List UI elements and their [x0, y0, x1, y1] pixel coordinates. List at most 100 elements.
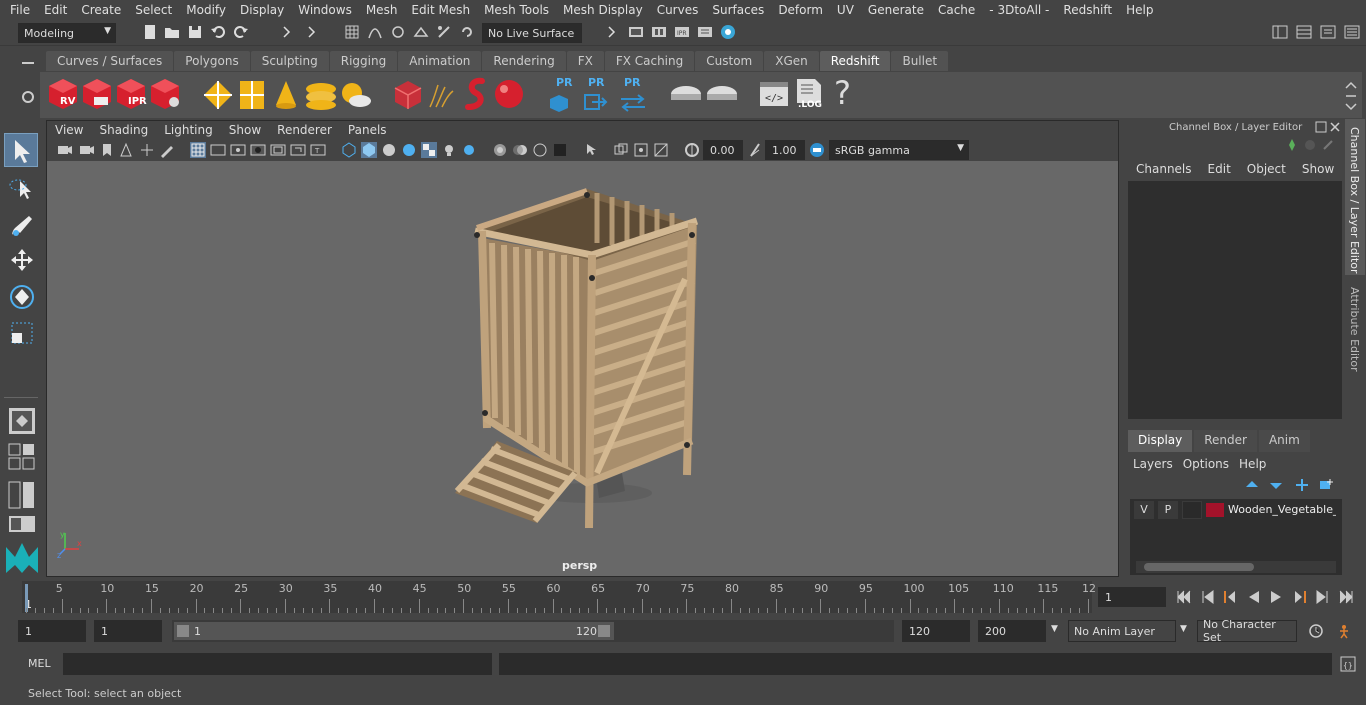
- use-all-lights-icon[interactable]: [441, 142, 457, 158]
- menu-select[interactable]: Select: [128, 3, 179, 17]
- playback-start-field[interactable]: 1: [94, 620, 162, 642]
- workspace-dropdown[interactable]: Modeling ▼: [18, 23, 116, 43]
- workspace-layout-icon[interactable]: [1272, 24, 1288, 40]
- rs-area-light-icon[interactable]: [304, 79, 338, 111]
- layer-playback-toggle[interactable]: P: [1158, 501, 1178, 519]
- redo-icon[interactable]: [233, 24, 249, 40]
- image-plane-icon[interactable]: [119, 142, 135, 158]
- rs-material-ball-icon[interactable]: [492, 77, 526, 111]
- viewport-menu-show[interactable]: Show: [221, 123, 269, 137]
- motion-blur-icon[interactable]: [512, 142, 528, 158]
- timeline-track[interactable]: 1 5 10 15 20 25 30 35 40 45 50 55 60 65 70 75 80 85 90 95 1…: [22, 581, 1096, 613]
- shelf-tab-sculpting[interactable]: Sculpting: [250, 51, 329, 71]
- safe-title-icon[interactable]: T: [310, 142, 326, 158]
- layer-name[interactable]: Wooden_Vegetable_R: [1228, 503, 1336, 516]
- channel-pin-icon[interactable]: [1322, 139, 1334, 151]
- attribute-editor-side-tab[interactable]: Attribute Editor: [1345, 279, 1365, 379]
- step-forward-icon[interactable]: [1314, 589, 1330, 605]
- layer-scrollbar[interactable]: [1136, 561, 1336, 573]
- menu-help[interactable]: Help: [1119, 3, 1160, 17]
- script-editor-icon[interactable]: </>: [758, 80, 790, 108]
- menu-3dtoall[interactable]: - 3DtoAll -: [982, 3, 1056, 17]
- camera-select-icon[interactable]: [57, 142, 73, 158]
- isolate-select-icon[interactable]: [583, 142, 599, 158]
- layer-tab-render[interactable]: Render: [1194, 430, 1257, 452]
- ambient-occlusion-icon[interactable]: [492, 142, 508, 158]
- layer-scrollbar-thumb[interactable]: [1144, 563, 1254, 571]
- new-layer-selected-icon[interactable]: [1318, 477, 1334, 493]
- grease-pencil-icon[interactable]: [159, 142, 175, 158]
- menu-curves[interactable]: Curves: [650, 3, 706, 17]
- rs-proxy-icon[interactable]: [238, 79, 266, 111]
- single-perspective-layout-icon[interactable]: [8, 407, 36, 435]
- anti-aliasing-icon[interactable]: [532, 142, 548, 158]
- shelf-tab-rigging[interactable]: Rigging: [329, 51, 398, 71]
- shelf-tab-fx[interactable]: FX: [566, 51, 604, 71]
- mel-label[interactable]: MEL: [28, 657, 51, 670]
- range-bar[interactable]: 1 120: [174, 622, 614, 640]
- layer-menu-layers[interactable]: Layers: [1128, 457, 1178, 471]
- outliner-layout-icon[interactable]: [8, 515, 36, 535]
- grid-toggle-button[interactable]: [190, 142, 206, 158]
- auto-key-icon[interactable]: [1308, 623, 1324, 639]
- start-time-field[interactable]: 1: [18, 620, 86, 642]
- menu-mesh[interactable]: Mesh: [359, 3, 405, 17]
- play-forwards-icon[interactable]: [1268, 589, 1284, 605]
- menu-display[interactable]: Display: [233, 3, 291, 17]
- channel-box-options-icon[interactable]: [1284, 137, 1300, 153]
- layer-menu-help[interactable]: Help: [1234, 457, 1271, 471]
- resolution-gate-icon[interactable]: [230, 142, 246, 158]
- four-view-layout-icon[interactable]: [8, 443, 36, 471]
- color-space-dropdown[interactable]: sRGB gamma ▼: [829, 140, 969, 160]
- viewport-menu-lighting[interactable]: Lighting: [156, 123, 221, 137]
- new-layer-icon[interactable]: [1294, 477, 1310, 493]
- ipr-render-icon[interactable]: IPR: [674, 24, 690, 40]
- select-by-hierarchy-icon[interactable]: [278, 24, 294, 40]
- anim-layer-dropdown[interactable]: No Anim Layer: [1068, 620, 1176, 642]
- menu-surfaces[interactable]: Surfaces: [705, 3, 771, 17]
- bake-set-2-icon[interactable]: [704, 80, 740, 108]
- shelf-settings-gear-icon[interactable]: [20, 89, 36, 105]
- script-editor-icon[interactable]: {}: [1340, 656, 1356, 672]
- wireframe-icon[interactable]: [341, 142, 357, 158]
- snap-view-plane-icon[interactable]: [413, 24, 429, 40]
- menu-generate[interactable]: Generate: [861, 3, 931, 17]
- menu-cache[interactable]: Cache: [931, 3, 982, 17]
- wooden-crate-model[interactable]: [447, 183, 707, 528]
- field-chart-icon[interactable]: [270, 142, 286, 158]
- channel-menu-object[interactable]: Object: [1239, 162, 1294, 176]
- rs-proxy-export-icon[interactable]: [202, 79, 234, 111]
- film-gate-icon[interactable]: [210, 142, 226, 158]
- gamma-field[interactable]: 1.00: [765, 140, 805, 160]
- channel-menu-channels[interactable]: Channels: [1128, 162, 1200, 176]
- xray-components-icon[interactable]: [653, 142, 669, 158]
- snap-curve-icon[interactable]: [367, 24, 383, 40]
- select-tool-button[interactable]: [4, 133, 38, 167]
- close-panel-icon[interactable]: [1329, 121, 1341, 133]
- default-material-icon[interactable]: [381, 142, 397, 158]
- shelf-tab-polygons[interactable]: Polygons: [174, 51, 250, 71]
- open-scene-icon[interactable]: [164, 24, 180, 40]
- menu-mesh-tools[interactable]: Mesh Tools: [477, 3, 556, 17]
- channel-box-side-tab[interactable]: Channel Box / Layer Editor: [1345, 119, 1365, 275]
- gate-mask-icon[interactable]: [250, 142, 266, 158]
- lasso-tool-icon[interactable]: [8, 175, 36, 205]
- viewport-canvas[interactable]: x y z persp: [47, 161, 1118, 576]
- viewport-menu-panels[interactable]: Panels: [340, 123, 395, 137]
- shelf-tab-redshift[interactable]: Redshift: [819, 51, 891, 71]
- menu-edit-mesh[interactable]: Edit Mesh: [404, 3, 477, 17]
- scale-tool-icon[interactable]: [8, 319, 36, 349]
- layer-visibility-toggle[interactable]: V: [1134, 501, 1154, 519]
- layer-color-swatch[interactable]: [1206, 503, 1224, 517]
- channel-list[interactable]: [1128, 181, 1342, 419]
- playback-end-field[interactable]: 120: [902, 620, 970, 642]
- menu-uv[interactable]: UV: [830, 3, 861, 17]
- go-to-end-icon[interactable]: [1338, 589, 1354, 605]
- exposure-icon[interactable]: [684, 142, 700, 158]
- xray-joints-icon[interactable]: [633, 142, 649, 158]
- channel-menu-show[interactable]: Show: [1294, 162, 1342, 176]
- character-set-dropdown[interactable]: No Character Set: [1197, 618, 1297, 644]
- layer-menu-options[interactable]: Options: [1178, 457, 1234, 471]
- float-panel-icon[interactable]: [1315, 121, 1327, 133]
- step-forward-key-icon[interactable]: [1292, 589, 1308, 605]
